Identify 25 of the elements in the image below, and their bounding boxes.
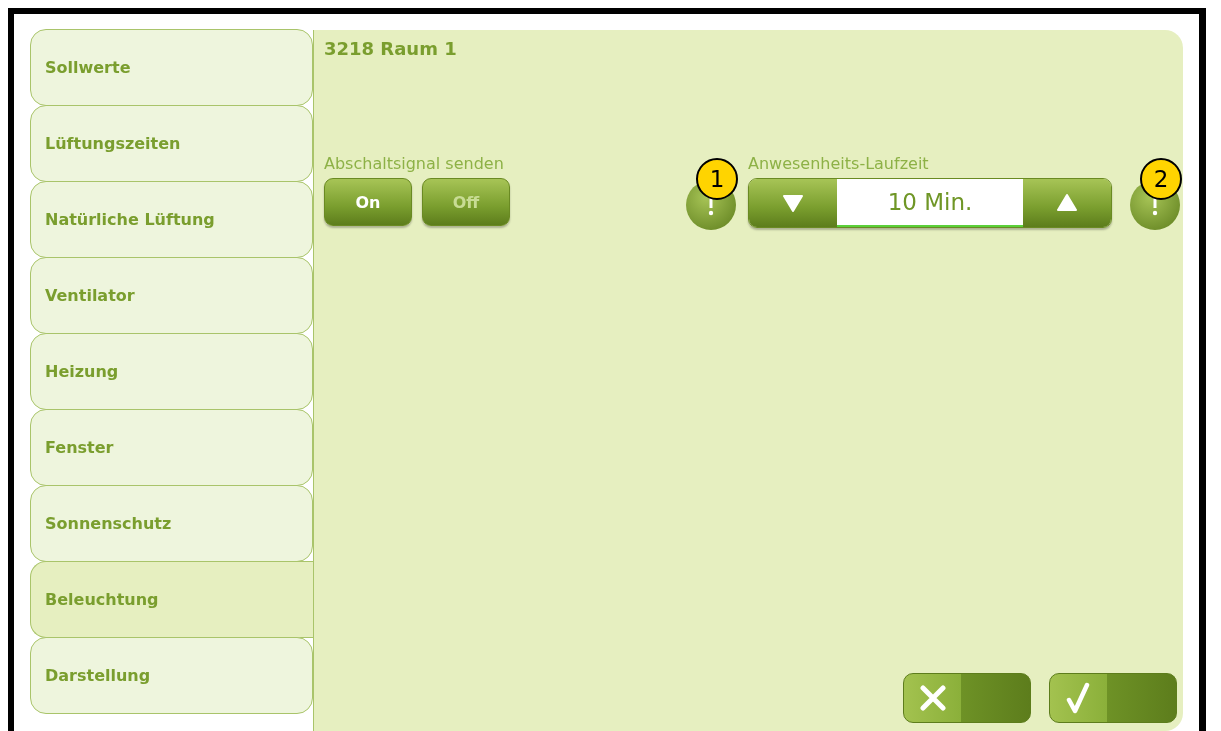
sidebar-tab[interactable]: Sollwerte [30, 29, 313, 106]
stepper-label: Anwesenheits-Laufzeit [748, 154, 930, 173]
sidebar-tab[interactable]: Beleuchtung [30, 561, 313, 638]
up-triangle-icon [1056, 194, 1078, 212]
sidebar-tab[interactable]: Lüftungszeiten [30, 105, 313, 182]
callout-badge: 1 [696, 158, 738, 200]
toggle-button[interactable]: Off [422, 178, 510, 226]
callout-badge: 2 [1140, 158, 1182, 200]
value-field[interactable]: 10 Min. [837, 179, 1023, 227]
decrease-button[interactable] [749, 179, 837, 227]
sidebar-tab[interactable]: Ventilator [30, 257, 313, 334]
toggle-button[interactable]: On [324, 178, 412, 226]
sidebar-tab[interactable]: Heizung [30, 333, 313, 410]
sidebar-tab[interactable]: Fenster [30, 409, 313, 486]
sidebar-tab[interactable]: Natürliche Lüftung [30, 181, 313, 258]
increase-button[interactable] [1023, 179, 1111, 227]
confirm-button[interactable] [1049, 673, 1177, 723]
sidebar-tab[interactable]: Darstellung [30, 637, 313, 714]
switch-label: Abschaltsignal senden [324, 154, 505, 173]
close-icon [920, 685, 946, 711]
room-title: 3218 Raum 1 [324, 38, 458, 59]
sidebar-tab[interactable]: Sonnenschutz [30, 485, 313, 562]
check-icon [1066, 682, 1090, 714]
down-triangle-icon [782, 194, 804, 212]
cancel-button[interactable] [903, 673, 1031, 723]
